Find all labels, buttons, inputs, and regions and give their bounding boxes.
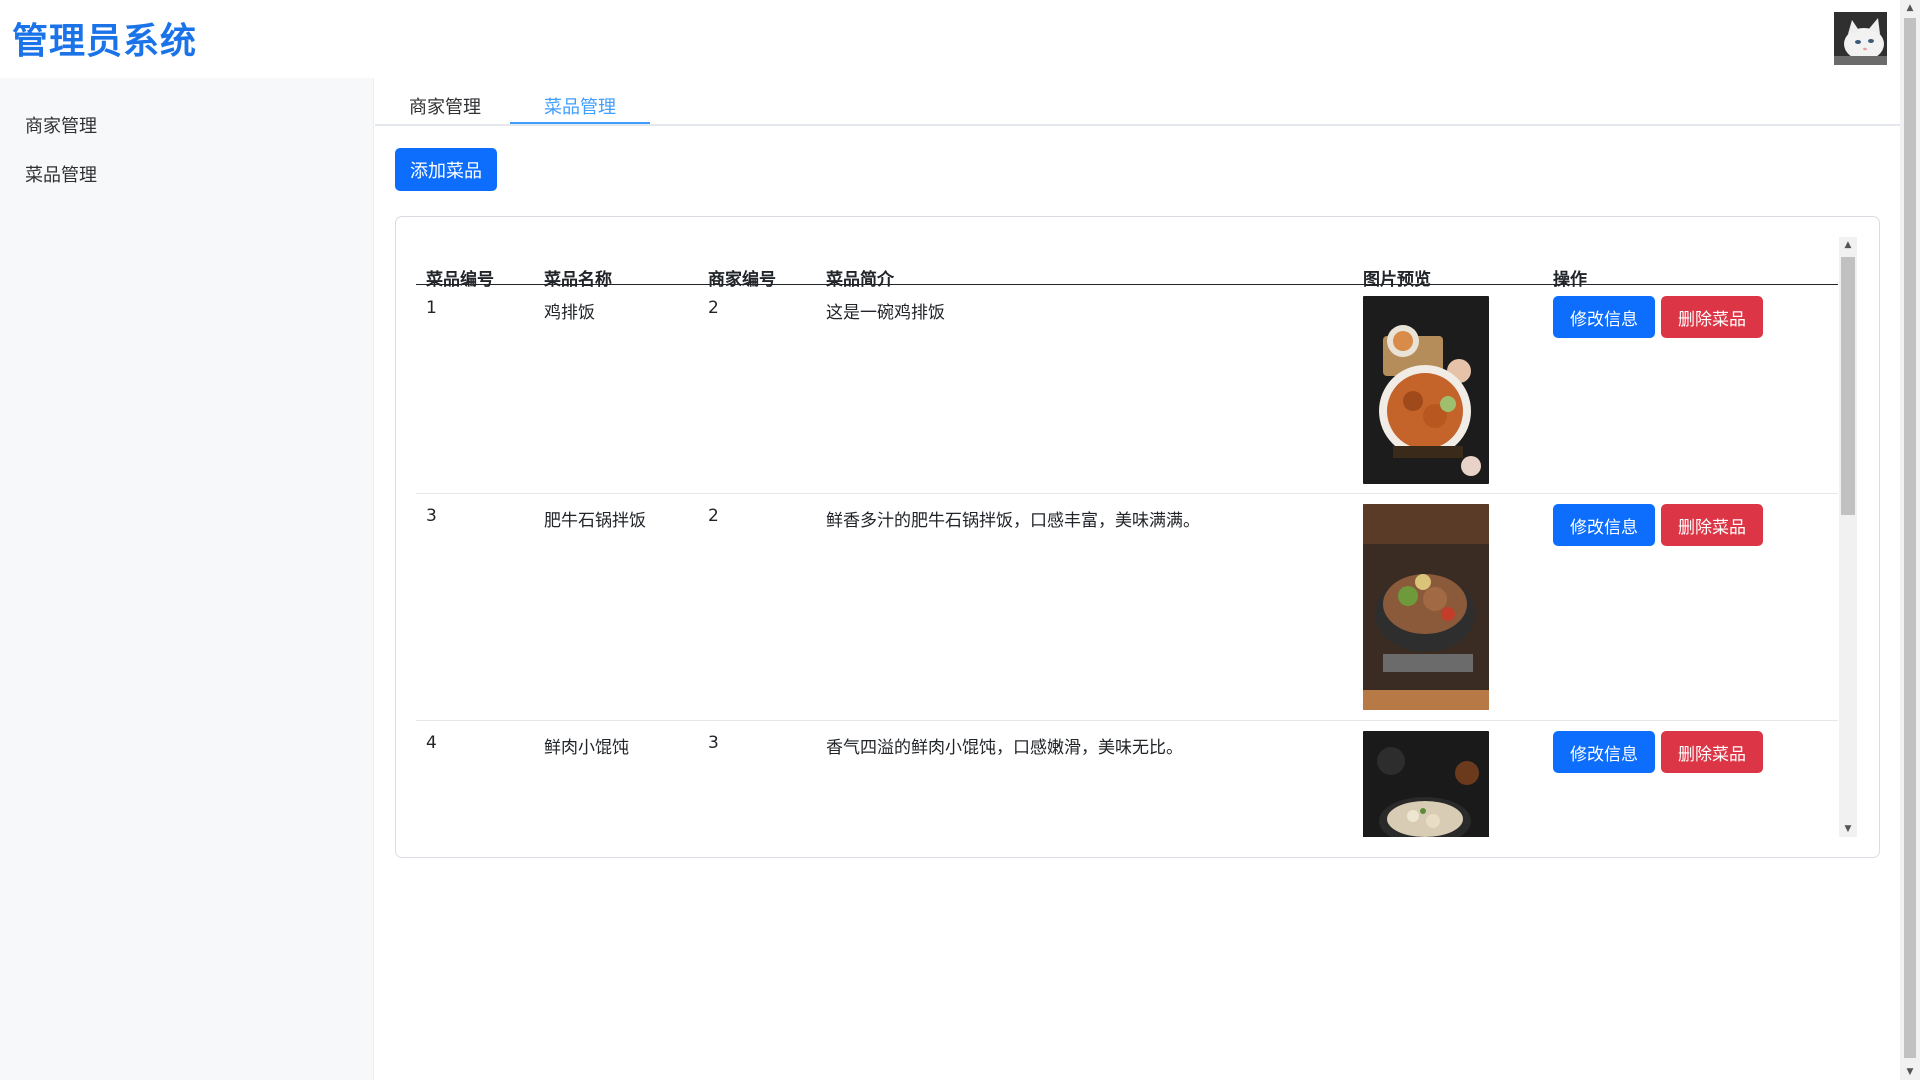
cell-merchant-id: 2 bbox=[708, 506, 719, 526]
add-dish-button[interactable]: 添加菜品 bbox=[395, 148, 497, 191]
table-row: 4 鲜肉小馄饨 3 香气四溢的鲜肉小馄饨，口感嫩滑，美味无比。 修改信息 删除菜… bbox=[416, 721, 1838, 837]
dish-image-preview bbox=[1363, 731, 1489, 837]
table-scrollbar[interactable]: ▲ ▼ bbox=[1839, 237, 1857, 837]
cell-dish-name: 鲜肉小馄饨 bbox=[544, 738, 629, 758]
cell-dish-name: 鸡排饭 bbox=[544, 303, 595, 323]
sidebar: 商家管理 菜品管理 bbox=[0, 78, 374, 1080]
tab-bar: 商家管理 菜品管理 bbox=[375, 78, 1900, 126]
triangle-up-icon[interactable]: ▲ bbox=[1839, 237, 1857, 253]
food-photo-icon bbox=[1363, 731, 1489, 837]
dish-image-preview bbox=[1363, 296, 1489, 484]
sidebar-item-merchant[interactable]: 商家管理 bbox=[25, 112, 97, 138]
cat-avatar-icon bbox=[1834, 12, 1887, 65]
cell-dish-id: 1 bbox=[426, 298, 437, 318]
food-photo-icon bbox=[1363, 296, 1489, 484]
dish-table-card: 菜品编号 菜品名称 商家编号 菜品简介 图片预览 操作 1 鸡排饭 2 这是一碗… bbox=[395, 216, 1880, 858]
top-header: 管理员系统 bbox=[0, 0, 1900, 78]
cell-merchant-id: 3 bbox=[708, 733, 719, 753]
dish-table: 菜品编号 菜品名称 商家编号 菜品简介 图片预览 操作 1 鸡排饭 2 这是一碗… bbox=[416, 237, 1838, 837]
triangle-down-icon[interactable]: ▼ bbox=[1839, 821, 1857, 837]
active-tab-indicator bbox=[510, 122, 650, 124]
delete-dish-button[interactable]: 删除菜品 bbox=[1661, 504, 1763, 546]
triangle-down-icon[interactable]: ▼ bbox=[1900, 1064, 1920, 1080]
cell-merchant-id: 2 bbox=[708, 298, 719, 318]
table-row: 1 鸡排饭 2 这是一碗鸡排饭 修改信息 删除菜品 bbox=[416, 286, 1838, 494]
delete-dish-button[interactable]: 删除菜品 bbox=[1661, 731, 1763, 773]
delete-dish-button[interactable]: 删除菜品 bbox=[1661, 296, 1763, 338]
page-scrollbar-thumb[interactable] bbox=[1904, 18, 1916, 1058]
edit-dish-button[interactable]: 修改信息 bbox=[1553, 504, 1655, 546]
triangle-up-icon[interactable]: ▲ bbox=[1900, 0, 1920, 16]
tab-merchant[interactable]: 商家管理 bbox=[400, 93, 490, 119]
sidebar-item-dish[interactable]: 菜品管理 bbox=[25, 161, 97, 187]
cell-dish-id: 4 bbox=[426, 733, 437, 753]
edit-dish-button[interactable]: 修改信息 bbox=[1553, 296, 1655, 338]
page-scrollbar[interactable]: ▲ ▼ bbox=[1900, 0, 1920, 1080]
user-avatar[interactable] bbox=[1834, 12, 1887, 65]
app-title: 管理员系统 bbox=[12, 21, 198, 62]
cell-dish-name: 肥牛石锅拌饭 bbox=[544, 511, 646, 531]
cell-dish-desc: 鲜香多汁的肥牛石锅拌饭，口感丰富，美味满满。 bbox=[826, 511, 1200, 531]
cell-dish-desc: 香气四溢的鲜肉小馄饨，口感嫩滑，美味无比。 bbox=[826, 738, 1183, 758]
cell-dish-id: 3 bbox=[426, 506, 437, 526]
table-scrollbar-thumb[interactable] bbox=[1841, 257, 1855, 515]
dish-image-preview bbox=[1363, 504, 1489, 710]
food-photo-icon bbox=[1363, 504, 1489, 710]
tab-dish[interactable]: 菜品管理 bbox=[510, 93, 650, 119]
table-header: 菜品编号 菜品名称 商家编号 菜品简介 图片预览 操作 bbox=[416, 237, 1838, 290]
cell-dish-desc: 这是一碗鸡排饭 bbox=[826, 303, 945, 323]
edit-dish-button[interactable]: 修改信息 bbox=[1553, 731, 1655, 773]
table-row: 3 肥牛石锅拌饭 2 鲜香多汁的肥牛石锅拌饭，口感丰富，美味满满。 修改信息 删… bbox=[416, 494, 1838, 721]
